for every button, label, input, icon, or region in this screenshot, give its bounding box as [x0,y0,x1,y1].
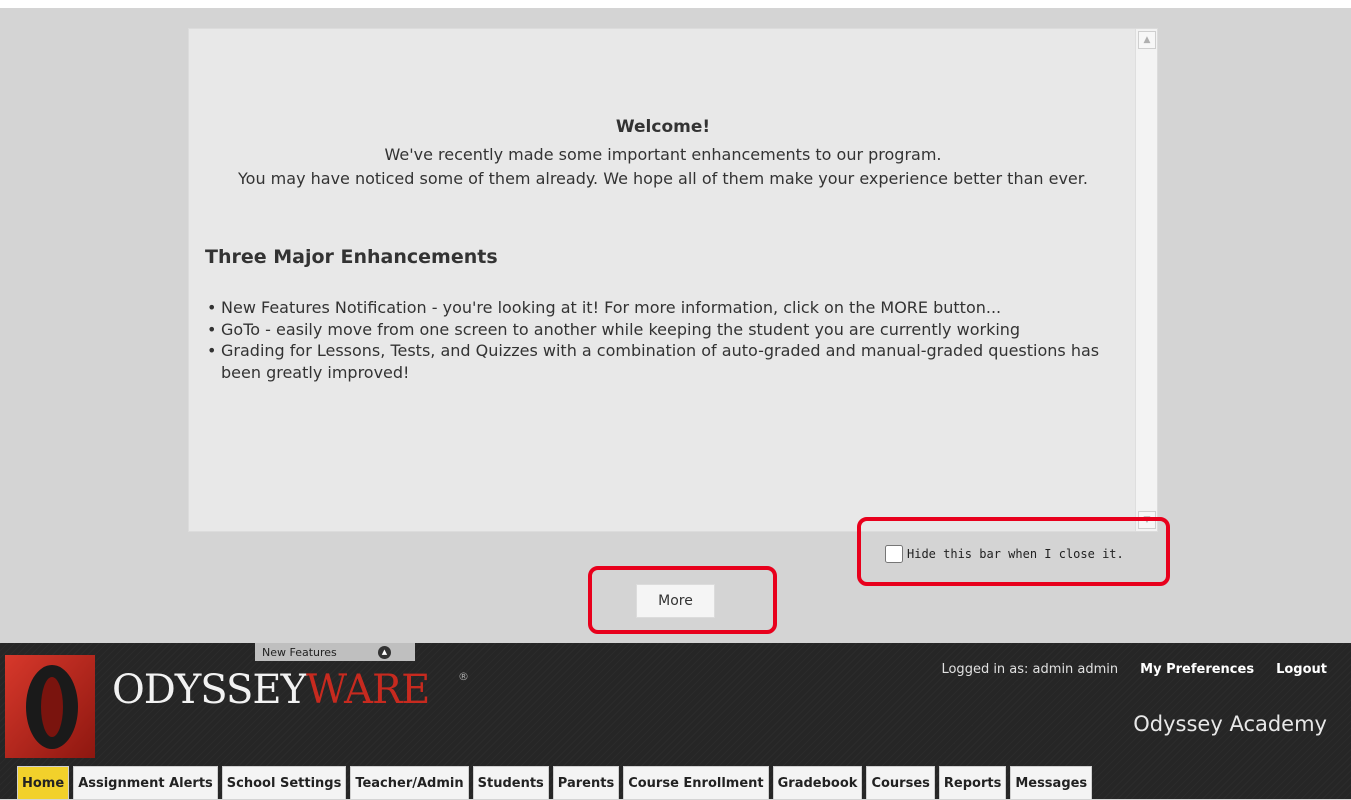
hide-bar-label: Hide this bar when I close it. [907,547,1124,561]
top-strip [0,0,1351,8]
main-nav-tabs: Home Assignment Alerts School Settings T… [17,766,1096,799]
tab-assignment-alerts[interactable]: Assignment Alerts [73,766,218,799]
dialog-content: Welcome! We've recently made some import… [189,29,1137,531]
tab-course-enrollment[interactable]: Course Enrollment [623,766,769,799]
tab-messages[interactable]: Messages [1010,766,1093,799]
new-features-label: New Features [262,645,337,659]
enhancements-list: New Features Notification - you're looki… [205,297,1115,383]
hide-bar-option[interactable]: Hide this bar when I close it. [885,544,1124,564]
intro-text: We've recently made some important enhan… [209,143,1117,191]
hide-bar-checkbox[interactable] [885,545,903,563]
list-item: New Features Notification - you're looki… [205,297,1115,319]
tab-reports[interactable]: Reports [938,766,1007,799]
odysseyware-logo-icon [5,655,95,758]
new-features-tab[interactable]: New Features ▲ [255,643,415,661]
list-item: GoTo - easily move from one screen to an… [205,319,1115,341]
intro-line-2: You may have noticed some of them alread… [238,169,1088,188]
logo-accent-text: WARE [305,667,430,713]
new-features-dialog: Welcome! We've recently made some import… [188,28,1158,532]
trademark-mark: ® [458,670,469,683]
welcome-title: Welcome! [615,117,711,137]
tab-students[interactable]: Students [472,766,549,799]
school-name: Odyssey Academy [1133,712,1327,736]
tab-parents[interactable]: Parents [552,766,620,799]
intro-line-1: We've recently made some important enhan… [384,145,942,164]
scroll-down-icon[interactable]: ▼ [1138,511,1156,529]
tab-teacher-admin[interactable]: Teacher/Admin [350,766,469,799]
dialog-scrollbar[interactable]: ▲ ▼ [1135,29,1157,531]
my-preferences-link[interactable]: My Preferences [1140,662,1254,677]
logo-primary-text: ODYSSEY [112,667,307,713]
scroll-up-icon[interactable]: ▲ [1138,31,1156,49]
logged-in-text: Logged in as: admin admin [941,662,1119,677]
tab-courses[interactable]: Courses [866,766,935,799]
user-bar: Logged in as: admin admin My Preferences… [941,662,1327,677]
tab-school-settings[interactable]: School Settings [221,766,347,799]
list-item: Grading for Lessons, Tests, and Quizzes … [205,340,1115,383]
odysseyware-logo-text: ODYSSEYWARE [112,667,430,713]
tab-home[interactable]: Home [17,766,70,799]
enhancements-heading: Three Major Enhancements [205,246,498,268]
chevron-up-icon[interactable]: ▲ [378,646,391,659]
tab-gradebook[interactable]: Gradebook [772,766,863,799]
logout-link[interactable]: Logout [1276,662,1327,677]
more-button[interactable]: More [636,584,715,618]
